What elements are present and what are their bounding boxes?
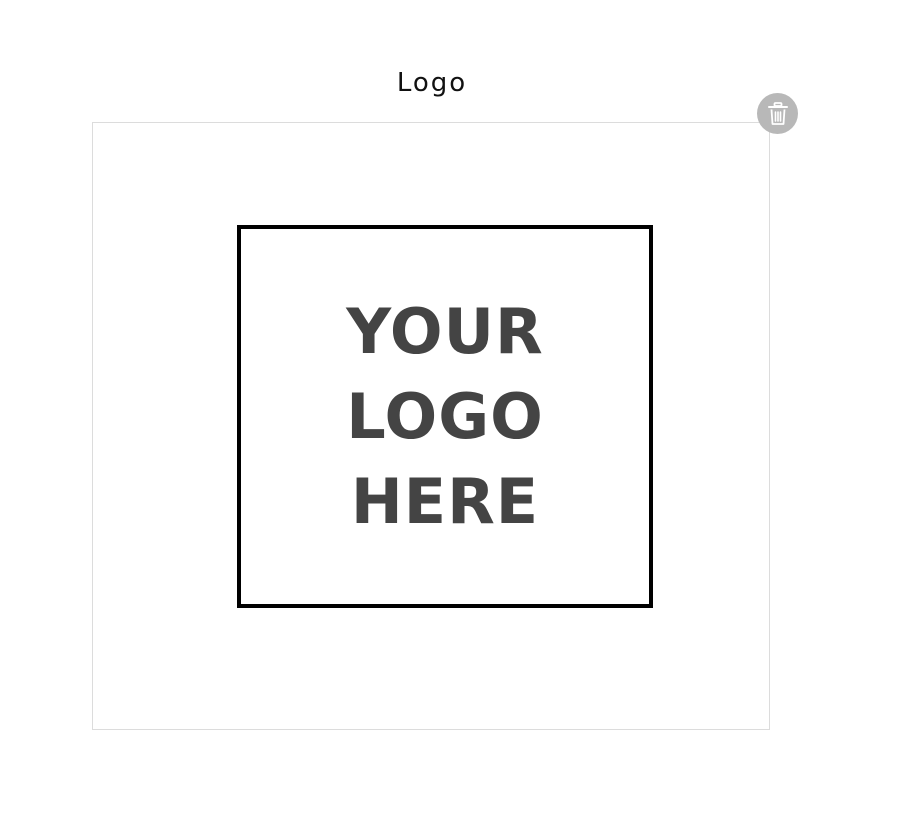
logo-placeholder-line-2: LOGO — [346, 380, 544, 453]
logo-placeholder-line-3: HERE — [350, 465, 540, 538]
delete-logo-button[interactable] — [757, 93, 798, 134]
logo-placeholder-line-1: YOUR — [346, 295, 544, 368]
section-title: Logo — [396, 68, 468, 98]
logo-image-frame[interactable]: YOUR LOGO HERE — [92, 122, 770, 730]
logo-placeholder-image: YOUR LOGO HERE — [237, 225, 653, 608]
logo-editor: Logo YOUR LOGO HERE — [0, 0, 908, 824]
trash-icon — [767, 101, 788, 125]
